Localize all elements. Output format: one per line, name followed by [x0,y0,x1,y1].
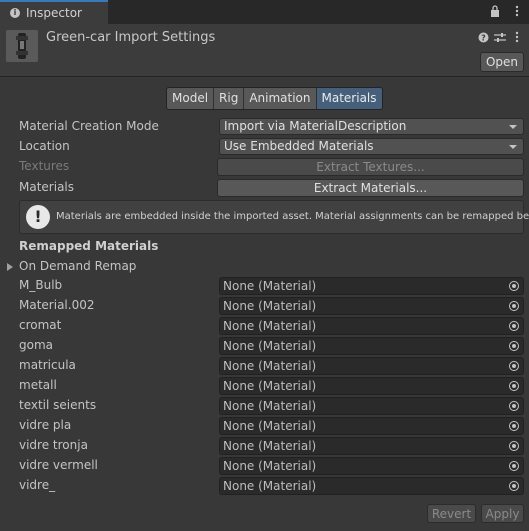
remap-row-label: vidre pla [19,418,72,432]
help-icon[interactable]: ? [477,30,489,44]
page-title: Green-car Import Settings [46,30,216,45]
material-object-field[interactable]: None (Material) [219,317,524,335]
import-tabs: Model Rig Animation Materials [166,87,383,110]
material-object-value: None (Material) [223,339,317,353]
material-object-field[interactable]: None (Material) [219,277,524,295]
tab-materials[interactable]: Materials [316,88,382,109]
component-menu-icon[interactable] [511,30,523,44]
creation-mode-value: Import via MaterialDescription [224,119,407,133]
remap-row-label: goma [19,338,54,352]
object-picker-icon[interactable] [509,421,519,431]
material-object-value: None (Material) [223,359,317,373]
object-picker-icon[interactable] [509,481,519,491]
lock-icon[interactable] [489,4,501,18]
material-object-field[interactable]: None (Material) [219,417,524,435]
remap-row-label: metall [19,378,57,392]
remap-row-label: Material.002 [19,298,95,312]
tab-animation[interactable]: Animation [244,88,317,109]
warning-icon: ! [26,205,50,229]
tab-rig[interactable]: Rig [214,88,245,109]
material-object-field[interactable]: None (Material) [219,357,524,375]
material-object-field[interactable]: None (Material) [219,397,524,415]
material-object-value: None (Material) [223,439,317,453]
remap-row-label: vidre tronja [19,438,88,452]
object-picker-icon[interactable] [509,281,519,291]
creation-mode-label: Material Creation Mode [19,119,159,133]
materials-label: Materials [19,180,75,194]
object-picker-icon[interactable] [509,321,519,331]
object-picker-icon[interactable] [509,381,519,391]
window-tab-bar: i Inspector [0,0,529,24]
remap-row-label: vidre vermell [19,458,98,472]
material-object-field[interactable]: None (Material) [219,337,524,355]
revert-button[interactable]: Revert [427,504,476,523]
object-picker-icon[interactable] [509,401,519,411]
info-icon: i [10,8,20,18]
svg-text:?: ? [481,33,486,42]
object-picker-icon[interactable] [509,441,519,451]
material-object-value: None (Material) [223,459,317,473]
material-object-value: None (Material) [223,279,317,293]
foldout-arrow-icon [7,262,13,271]
material-object-value: None (Material) [223,399,317,413]
remap-row-label: M_Bulb [19,278,63,292]
material-object-field[interactable]: None (Material) [219,457,524,475]
material-object-value: None (Material) [223,479,317,493]
object-picker-icon[interactable] [509,301,519,311]
extract-textures-button[interactable]: Extract Textures... [217,158,524,176]
material-object-value: None (Material) [223,319,317,333]
location-dropdown[interactable]: Use Embedded Materials [219,138,524,155]
material-object-field[interactable]: None (Material) [219,477,524,495]
object-picker-icon[interactable] [509,341,519,351]
tab-model[interactable]: Model [167,88,215,109]
helpbox-text: Materials are embedded inside the import… [56,211,529,222]
kebab-menu-icon[interactable] [511,4,523,18]
inspector-tab[interactable]: i Inspector [0,0,108,24]
location-value: Use Embedded Materials [224,139,374,153]
creation-mode-dropdown[interactable]: Import via MaterialDescription [219,118,524,135]
material-object-field[interactable]: None (Material) [219,377,524,395]
material-object-value: None (Material) [223,299,317,313]
asset-thumbnail [6,30,38,62]
textures-label: Textures [19,159,70,173]
presets-icon[interactable] [494,30,506,44]
open-button[interactable]: Open [480,52,524,72]
remap-row-label: textil seients [19,398,97,412]
object-picker-icon[interactable] [509,361,519,371]
info-helpbox: ! Materials are embedded inside the impo… [19,200,529,234]
material-object-value: None (Material) [223,419,317,433]
inspector-header: Green-car Import Settings ? Open [0,24,529,77]
material-object-value: None (Material) [223,379,317,393]
material-object-field[interactable]: None (Material) [219,437,524,455]
material-object-field[interactable]: None (Material) [219,297,524,315]
remap-row-label: vidre_ [19,478,56,492]
inspector-tab-label: Inspector [26,6,82,20]
chevron-down-icon [509,145,517,149]
extract-materials-button[interactable]: Extract Materials... [217,179,524,197]
remap-row-label: cromat [19,318,62,332]
on-demand-remap-label: On Demand Remap [19,259,137,273]
object-picker-icon[interactable] [509,461,519,471]
remap-row-label: matricula [19,358,76,372]
location-label: Location [19,139,70,153]
on-demand-remap-foldout[interactable]: On Demand Remap [7,259,136,273]
apply-button[interactable]: Apply [481,504,524,523]
chevron-down-icon [509,125,517,129]
remapped-materials-heading: Remapped Materials [19,239,159,253]
